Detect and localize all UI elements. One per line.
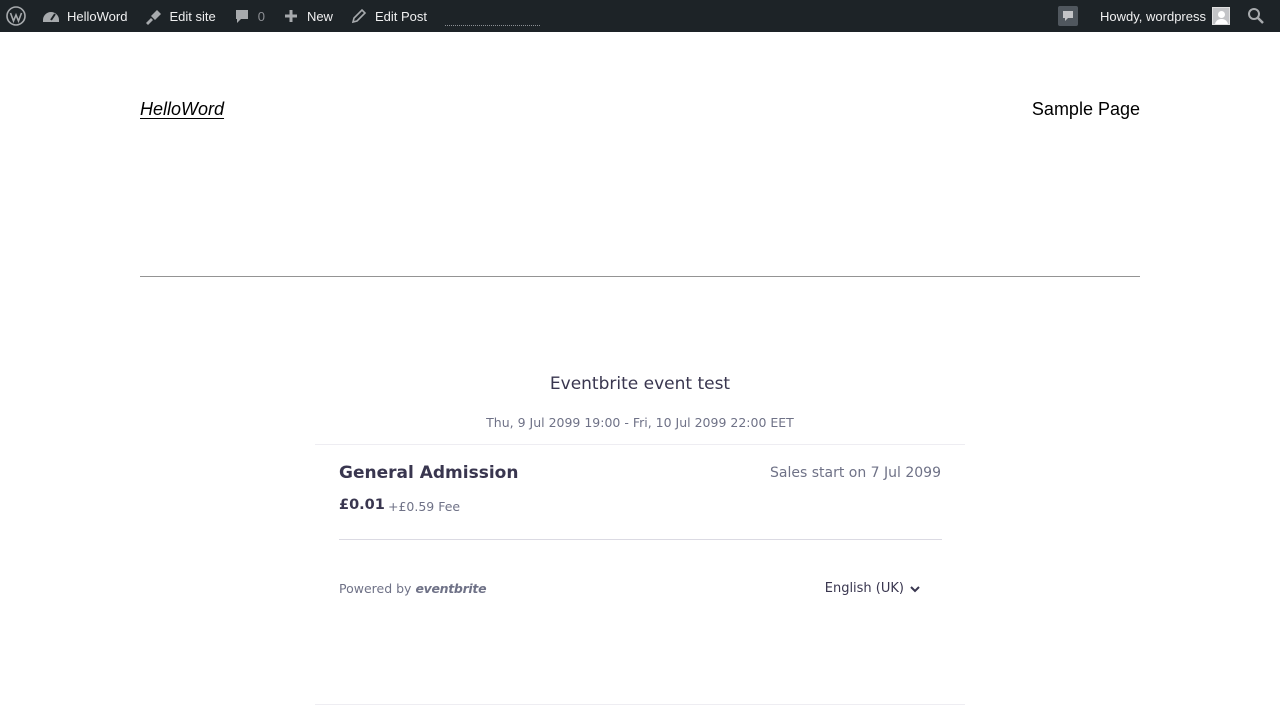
ticket-price: £0.01 <box>339 497 385 513</box>
edit-post-link[interactable]: Edit Post <box>341 0 435 32</box>
site-title[interactable]: HelloWord <box>140 99 224 120</box>
site-name-link[interactable]: HelloWord <box>33 0 135 32</box>
ticket-fee: +£0.59 Fee <box>388 499 461 514</box>
pencil-icon <box>349 6 369 26</box>
powered-by-label: Powered by <box>339 581 412 596</box>
comment-icon <box>232 6 252 26</box>
admin-bar-left: HelloWord Edit site 0 New Edit Post <box>0 0 540 32</box>
notification-icon <box>1058 6 1079 26</box>
ticket-name: General Admission <box>339 463 519 483</box>
event-date-range: Thu, 9 Jul 2099 19:00 - Fri, 10 Jul 2099… <box>486 415 794 430</box>
language-select[interactable]: English (UK) <box>825 581 920 596</box>
eventbrite-logo[interactable]: eventbrite <box>415 581 486 596</box>
event-title: Eventbrite event test <box>549 374 731 394</box>
search-icon <box>1246 6 1266 26</box>
edit-post-label: Edit Post <box>374 8 427 24</box>
new-content-link[interactable]: New <box>273 0 341 32</box>
widget-divider-top <box>315 444 965 445</box>
my-account-menu[interactable]: Howdy, wordpress <box>1092 0 1238 32</box>
plus-icon <box>281 6 301 26</box>
admin-bar-right: Howdy, wordpress <box>1050 0 1280 32</box>
nav-link-sample-page[interactable]: Sample Page <box>1032 99 1140 120</box>
eventbrite-widget: Eventbrite event test Thu, 9 Jul 2099 19… <box>315 360 965 705</box>
language-label: English (UK) <box>824 581 904 596</box>
admin-bar: HelloWord Edit site 0 New Edit Post Howd… <box>0 0 1280 32</box>
wordpress-menu[interactable] <box>0 0 33 32</box>
admin-bar-placeholder <box>444 0 540 32</box>
howdy-label: Howdy, wordpress <box>1100 8 1206 24</box>
wordpress-logo-icon <box>6 6 26 26</box>
search-button[interactable] <box>1238 0 1280 32</box>
chevron-down-icon <box>910 585 920 593</box>
header-separator <box>140 276 1140 277</box>
ticket-divider <box>339 539 942 540</box>
notifications-button[interactable] <box>1050 0 1092 32</box>
edit-site-label: Edit site <box>169 8 216 24</box>
new-label: New <box>306 8 333 24</box>
widget-divider-bottom <box>315 704 965 705</box>
site-name-label: HelloWord <box>67 8 128 24</box>
dashboard-icon <box>41 6 61 26</box>
ticket-sales-status: Sales start on 7 Jul 2099 <box>770 465 941 481</box>
edit-site-link[interactable]: Edit site <box>135 0 223 32</box>
comments-count: 0 <box>257 8 265 24</box>
comments-link[interactable]: 0 <box>224 0 273 32</box>
brush-icon <box>143 6 163 26</box>
avatar <box>1212 7 1230 25</box>
powered-by: Powered by eventbrite <box>339 581 487 596</box>
